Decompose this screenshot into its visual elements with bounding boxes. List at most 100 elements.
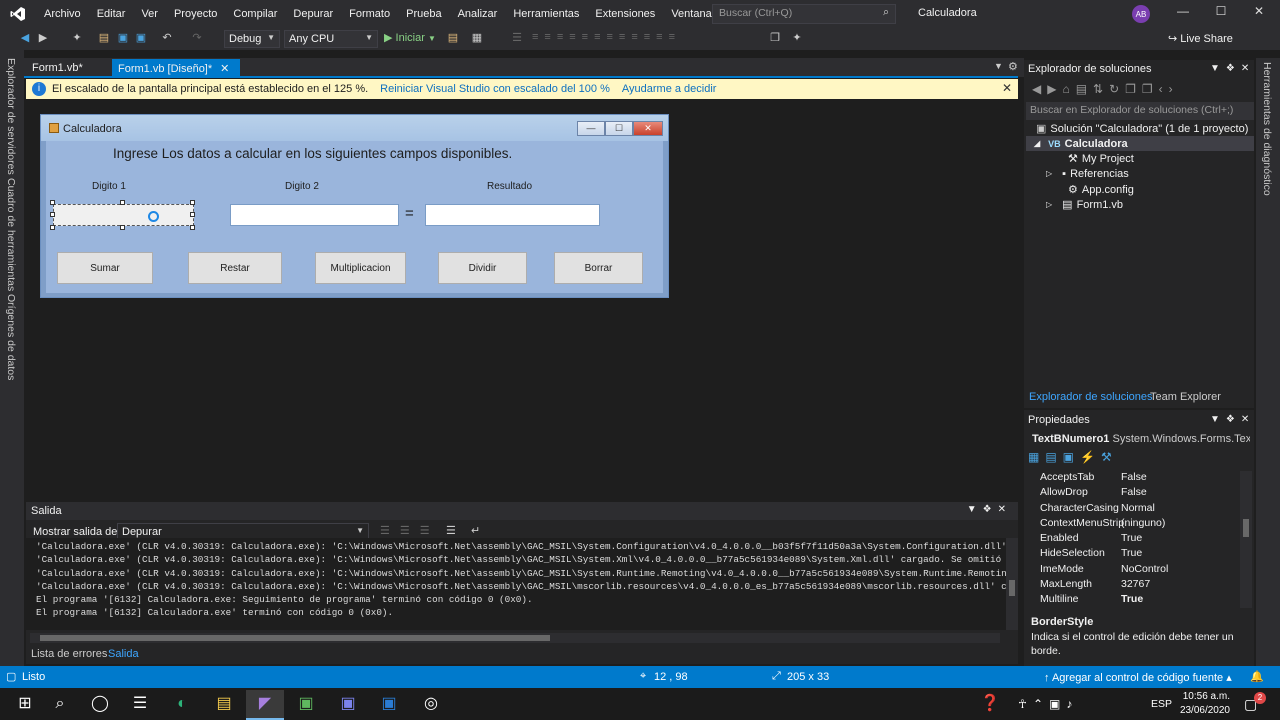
menu-item-depurar[interactable]: Depurar [285,8,341,20]
windows-start-icon[interactable]: ⊞ [13,692,37,716]
menu-item-analizar[interactable]: Analizar [450,8,506,20]
menu-item-extensiones[interactable]: Extensiones [587,8,663,20]
language-indicator[interactable]: ESP [1151,698,1172,710]
resize-handle[interactable] [190,225,195,230]
notifications-icon[interactable]: 🔔 [1250,670,1264,683]
back-icon[interactable]: ◀ [18,31,32,45]
tree-item-project[interactable]: ◢ VB Calculadora [1034,136,1128,151]
resize-handle[interactable] [190,200,195,205]
layout-icon[interactable]: ▦ [470,31,484,45]
property-value[interactable]: False [1121,486,1231,501]
property-row[interactable]: AcceptsTab False [1024,471,1240,486]
property-row[interactable]: HideSelection True [1024,547,1240,562]
property-row[interactable]: Multiline True [1024,593,1240,608]
designer-app-icon[interactable]: ▣ [294,692,318,716]
toolbox-tab[interactable]: Cuadro de herramientas [5,178,17,291]
properties-toolbar[interactable]: ▦▤▣⚡⚒ [1028,450,1118,464]
menu-item-herramientas[interactable]: Herramientas [505,8,587,20]
undo-icon[interactable]: ↶ [160,31,174,45]
resize-handle[interactable] [190,212,195,217]
start-button[interactable]: ▶ Iniciar ▼ [384,31,436,44]
teams-icon[interactable]: ▣ [336,692,360,716]
system-tray-icons[interactable]: ☥⌃▣♪ [1018,697,1078,711]
sumar-button[interactable]: Sumar [57,252,153,284]
tree-item-references[interactable]: ▷ ▪ Referencias [1046,166,1129,181]
clear-all-icon[interactable]: ☰ [446,524,456,537]
dividir-button[interactable]: Dividir [438,252,527,284]
menu-item-proyecto[interactable]: Proyecto [166,8,225,20]
tree-item-form1[interactable]: ▷ ▤ Form1.vb [1046,197,1123,212]
restar-button[interactable]: Restar [188,252,282,284]
maximize-icon[interactable]: ☐ [1204,4,1238,24]
close-tab-icon[interactable]: ✕ [220,63,229,75]
tab-output[interactable]: Salida [108,648,139,660]
configuration-select[interactable]: Debug ▼ [224,30,280,48]
platform-select[interactable]: Any CPU ▼ [284,30,378,48]
tree-item-app-config[interactable]: ⚙ App.config [1068,182,1134,197]
forward-icon[interactable]: ▶ [36,31,50,45]
property-row[interactable]: ImeMode NoControl [1024,563,1240,578]
task-view-icon[interactable]: ☰ [128,692,152,716]
property-value[interactable]: Normal [1121,502,1231,517]
multiplicacion-button[interactable]: Multiplicacion [315,252,406,284]
solution-search-input[interactable]: Buscar en Explorador de soluciones (Ctrl… [1026,102,1254,120]
source-control-button[interactable]: ↑ Agregar al control de código fuente ▴ [1044,671,1232,684]
output-log[interactable]: 'Calculadora.exe' (CLR v4.0.30319: Calcu… [26,538,1006,630]
menu-item-prueba[interactable]: Prueba [398,8,449,20]
cortana-icon[interactable]: ◯ [88,692,112,716]
tab-order-icon[interactable]: ❐ [768,31,782,45]
resize-handle[interactable] [50,212,55,217]
property-value[interactable]: (ninguno) [1121,517,1231,532]
solution-toolbar[interactable]: ◀▶⌂▤⇅↻❐❐‹› [1032,82,1179,96]
visual-studio-logo-icon[interactable] [0,0,36,28]
live-share-button[interactable]: ↪ Live Share [1168,32,1233,45]
property-row[interactable]: MaxLength 32767 [1024,578,1240,593]
menu-item-editar[interactable]: Editar [89,8,134,20]
minimize-icon[interactable]: — [1166,4,1200,24]
diagnostic-tools-tab[interactable]: Herramientas de diagnóstico [1261,62,1273,196]
clock[interactable]: 10:56 a.m. 23/06/2020 [1178,690,1230,718]
search-input[interactable]: Buscar (Ctrl+Q) ⌕ [712,4,896,24]
property-value[interactable]: True [1121,593,1231,608]
menu-item-archivo[interactable]: Archivo [36,8,89,20]
panel-controls[interactable]: ▼❖✕ [967,504,1012,515]
tab-solution-explorer[interactable]: Explorador de soluciones [1029,391,1153,403]
panel-controls[interactable]: ▼❖✕ [1210,63,1255,74]
properties-scrollbar[interactable] [1240,471,1252,608]
restart-link[interactable]: Reiniciar Visual Studio con escalado del… [380,83,610,95]
property-value[interactable]: True [1121,547,1231,562]
panel-controls[interactable]: ▼❖✕ [1210,414,1255,425]
data-sources-tab[interactable]: Orígenes de datos [5,294,17,380]
save-all-icon[interactable]: ▣ [134,31,148,45]
save-icon[interactable]: ▣ [116,31,130,45]
output-hscrollbar[interactable] [30,633,1000,643]
tree-item-solution[interactable]: ▣ Solución "Calculadora" (1 de 1 proyecto… [1036,121,1248,136]
help-decide-link[interactable]: Ayudarme a decidir [622,83,717,95]
textbox-digito-2[interactable] [230,204,399,226]
close-icon[interactable]: ✕ [1002,81,1012,95]
visual-studio-taskbar-button[interactable]: ◤ [246,690,284,720]
borrar-button[interactable]: Borrar [554,252,643,284]
tab-dropdown-icon[interactable]: ▼ [994,61,1003,71]
output-vscrollbar[interactable] [1006,538,1018,630]
format-icon[interactable]: ✦ [790,31,804,45]
tab-team-explorer[interactable]: Team Explorer [1150,391,1221,403]
menu-item-formato[interactable]: Formato [341,8,398,20]
tab-form1-design[interactable]: Form1.vb [Diseño]* ✕ [112,59,240,77]
new-project-icon[interactable]: ✦ [70,31,84,45]
form-window[interactable]: Calculadora — ☐ ✕ Ingrese Los datos a ca… [40,114,669,298]
resize-handle[interactable] [50,225,55,230]
property-value[interactable]: True [1121,532,1231,547]
app-icon[interactable]: ◎ [419,692,443,716]
word-wrap-icon[interactable]: ↵ [471,524,480,537]
tab-error-list[interactable]: Lista de errores [31,648,107,660]
property-row[interactable]: ContextMenuStrip (ninguno) [1024,517,1240,532]
textbox-digito-1[interactable] [53,204,194,226]
close-icon[interactable]: ✕ [1242,4,1276,24]
property-row[interactable]: CharacterCasing Normal [1024,502,1240,517]
resize-handle[interactable] [120,200,125,205]
menu-item-ver[interactable]: Ver [133,8,166,20]
resize-handle[interactable] [50,200,55,205]
search-icon[interactable]: ⌕ [48,692,72,716]
open-icon[interactable]: ▤ [97,31,111,45]
